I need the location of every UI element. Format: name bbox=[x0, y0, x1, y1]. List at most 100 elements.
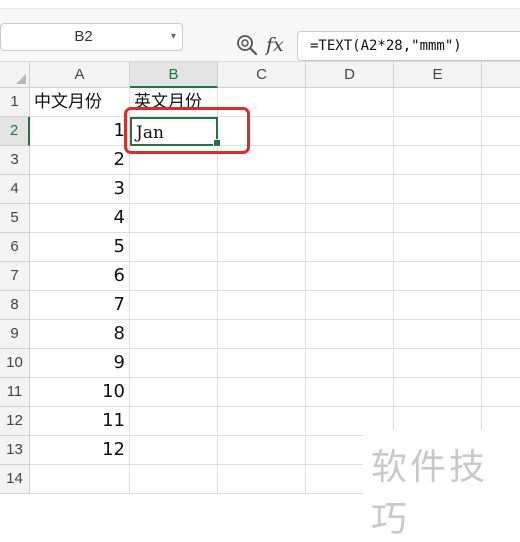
select-all-corner[interactable] bbox=[0, 62, 30, 88]
cell-d1[interactable] bbox=[306, 88, 394, 117]
cell-e1[interactable] bbox=[394, 88, 482, 117]
cell-b9[interactable] bbox=[130, 320, 218, 349]
cell-c13[interactable] bbox=[218, 436, 306, 465]
cell-b14[interactable] bbox=[130, 465, 218, 494]
column-header-c[interactable]: C bbox=[218, 62, 306, 88]
cell-d3[interactable] bbox=[306, 146, 394, 175]
cell-a13[interactable]: 12 bbox=[30, 436, 130, 465]
cell-d9[interactable] bbox=[306, 320, 394, 349]
row-header-7[interactable]: 7 bbox=[0, 262, 30, 291]
row-header-6[interactable]: 6 bbox=[0, 233, 30, 262]
cell-a11[interactable]: 10 bbox=[30, 378, 130, 407]
cell-a8[interactable]: 7 bbox=[30, 291, 130, 320]
row-header-11[interactable]: 11 bbox=[0, 378, 30, 407]
cell-b10[interactable] bbox=[130, 349, 218, 378]
cell-c8[interactable] bbox=[218, 291, 306, 320]
cell-c12[interactable] bbox=[218, 407, 306, 436]
row-header-1[interactable]: 1 bbox=[0, 88, 30, 117]
cell-e2[interactable] bbox=[394, 117, 482, 146]
row-header-9[interactable]: 9 bbox=[0, 320, 30, 349]
cell-b13[interactable] bbox=[130, 436, 218, 465]
cell-e10[interactable] bbox=[394, 349, 482, 378]
magnifier-zoom-icon[interactable] bbox=[236, 34, 258, 56]
cell-f4[interactable] bbox=[482, 175, 520, 204]
row-header-2[interactable]: 2 bbox=[0, 117, 30, 146]
row-header-3[interactable]: 3 bbox=[0, 146, 30, 175]
cell-a10[interactable]: 9 bbox=[30, 349, 130, 378]
name-box-value: B2 bbox=[74, 28, 93, 45]
cell-d4[interactable] bbox=[306, 175, 394, 204]
cell-b8[interactable] bbox=[130, 291, 218, 320]
cell-f9[interactable] bbox=[482, 320, 520, 349]
chevron-down-icon[interactable]: ▾ bbox=[171, 24, 176, 50]
cell-a9[interactable]: 8 bbox=[30, 320, 130, 349]
cell-c5[interactable] bbox=[218, 204, 306, 233]
cell-e8[interactable] bbox=[394, 291, 482, 320]
cell-f3[interactable] bbox=[482, 146, 520, 175]
cell-a1[interactable]: 中文月份 bbox=[30, 88, 130, 117]
top-toolbar-edge bbox=[0, 0, 520, 9]
cell-d6[interactable] bbox=[306, 233, 394, 262]
formula-input[interactable]: =TEXT(A2*28,"mmm") bbox=[297, 31, 520, 61]
cell-a6[interactable]: 5 bbox=[30, 233, 130, 262]
cell-d10[interactable] bbox=[306, 349, 394, 378]
cell-d8[interactable] bbox=[306, 291, 394, 320]
cell-a2[interactable]: 1 bbox=[30, 117, 130, 146]
cell-e11[interactable] bbox=[394, 378, 482, 407]
fx-icon[interactable]: fx bbox=[266, 34, 284, 56]
cell-f2[interactable] bbox=[482, 117, 520, 146]
cell-b12[interactable] bbox=[130, 407, 218, 436]
cell-b5[interactable] bbox=[130, 204, 218, 233]
cell-d11[interactable] bbox=[306, 378, 394, 407]
red-highlight-box bbox=[124, 107, 250, 154]
cell-a7[interactable]: 6 bbox=[30, 262, 130, 291]
cell-f6[interactable] bbox=[482, 233, 520, 262]
cell-e9[interactable] bbox=[394, 320, 482, 349]
row-header-5[interactable]: 5 bbox=[0, 204, 30, 233]
row-header-13[interactable]: 13 bbox=[0, 436, 30, 465]
cell-e3[interactable] bbox=[394, 146, 482, 175]
formula-bar: B2 ▾ fx =TEXT(A2*28,"mmm") bbox=[0, 9, 520, 62]
cell-a12[interactable]: 11 bbox=[30, 407, 130, 436]
cell-c11[interactable] bbox=[218, 378, 306, 407]
cell-c9[interactable] bbox=[218, 320, 306, 349]
cell-a5[interactable]: 4 bbox=[30, 204, 130, 233]
cell-f1[interactable] bbox=[482, 88, 520, 117]
row-header-12[interactable]: 12 bbox=[0, 407, 30, 436]
cell-b6[interactable] bbox=[130, 233, 218, 262]
cell-c7[interactable] bbox=[218, 262, 306, 291]
cell-a3[interactable]: 2 bbox=[30, 146, 130, 175]
row-header-10[interactable]: 10 bbox=[0, 349, 30, 378]
row-header-8[interactable]: 8 bbox=[0, 291, 30, 320]
column-header-b[interactable]: B bbox=[130, 62, 218, 88]
cell-c6[interactable] bbox=[218, 233, 306, 262]
row-header-14[interactable]: 14 bbox=[0, 465, 30, 494]
cell-f11[interactable] bbox=[482, 378, 520, 407]
cell-b11[interactable] bbox=[130, 378, 218, 407]
cell-e7[interactable] bbox=[394, 262, 482, 291]
name-box[interactable]: B2 ▾ bbox=[0, 23, 183, 51]
cell-a14[interactable] bbox=[30, 465, 130, 494]
cell-f8[interactable] bbox=[482, 291, 520, 320]
cell-c10[interactable] bbox=[218, 349, 306, 378]
cell-a4[interactable]: 3 bbox=[30, 175, 130, 204]
column-header-f[interactable] bbox=[482, 62, 520, 88]
cell-b4[interactable] bbox=[130, 175, 218, 204]
cell-b7[interactable] bbox=[130, 262, 218, 291]
cell-f10[interactable] bbox=[482, 349, 520, 378]
column-header-e[interactable]: E bbox=[394, 62, 482, 88]
cell-e5[interactable] bbox=[394, 204, 482, 233]
cell-d2[interactable] bbox=[306, 117, 394, 146]
cell-c14[interactable] bbox=[218, 465, 306, 494]
cell-d7[interactable] bbox=[306, 262, 394, 291]
cell-d5[interactable] bbox=[306, 204, 394, 233]
cell-c4[interactable] bbox=[218, 175, 306, 204]
cell-e6[interactable] bbox=[394, 233, 482, 262]
cell-e4[interactable] bbox=[394, 175, 482, 204]
cell-f7[interactable] bbox=[482, 262, 520, 291]
cell-f5[interactable] bbox=[482, 204, 520, 233]
row-header-4[interactable]: 4 bbox=[0, 175, 30, 204]
column-header-d[interactable]: D bbox=[306, 62, 394, 88]
watermark: 软件技巧 bbox=[363, 430, 520, 540]
column-header-a[interactable]: A bbox=[30, 62, 130, 88]
